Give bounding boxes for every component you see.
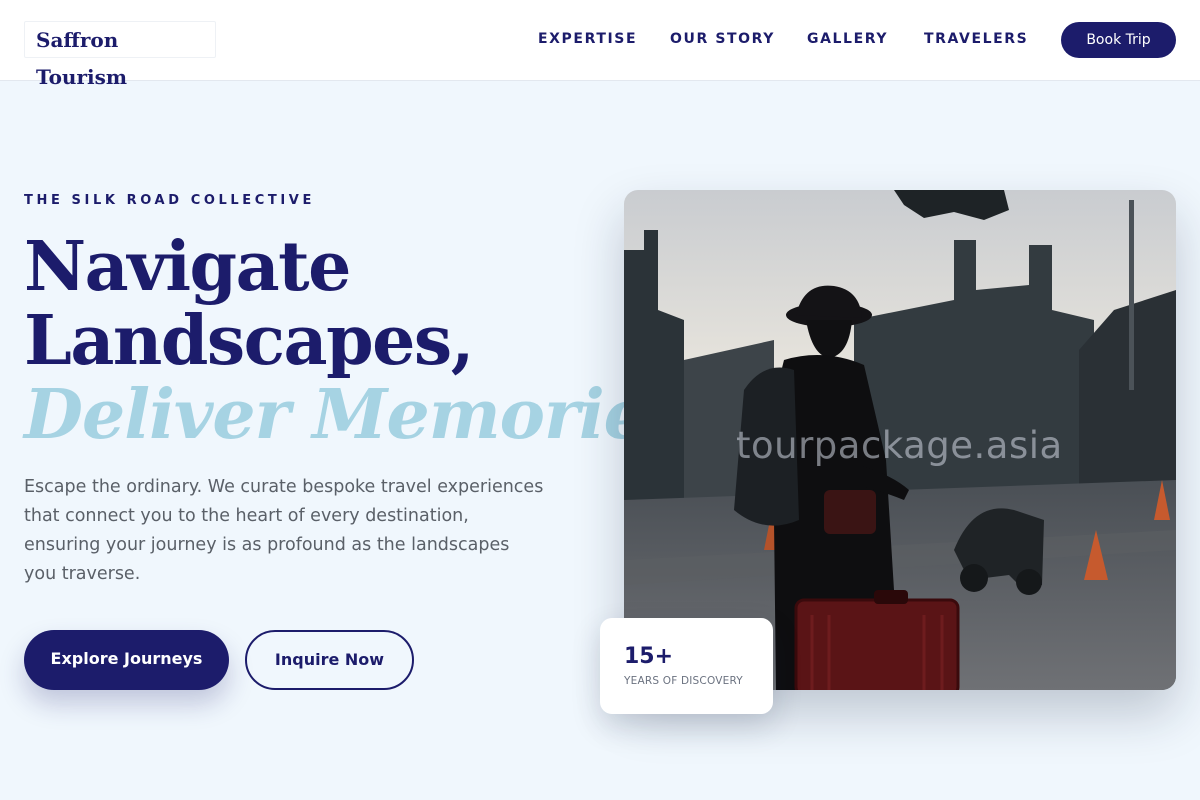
watermark-text: tourpackage.asia (736, 424, 1063, 467)
inquire-now-button[interactable]: Inquire Now (245, 630, 414, 690)
hero-eyebrow: THE SILK ROAD COLLECTIVE (24, 193, 315, 208)
nav-link-expertise[interactable]: EXPERTISE (538, 31, 637, 47)
hero-title-line-2: Landscapes, (24, 301, 474, 381)
hero-title-line-1: Navigate (24, 227, 351, 307)
book-trip-button[interactable]: Book Trip (1061, 22, 1176, 58)
hero-title-line-3: Deliver Memories. (24, 375, 707, 455)
brand-logo[interactable]: Saffron Tourism (24, 21, 216, 89)
site-header: Saffron Tourism EXPERTISE OUR STORY GALL… (0, 0, 1200, 89)
nav-link-our-story[interactable]: OUR STORY (670, 31, 775, 47)
nav-link-travelers[interactable]: TRAVELERS (924, 31, 1028, 47)
experience-stat-card: 15+ YEARS OF DISCOVERY (600, 618, 773, 714)
nav-link-gallery[interactable]: GALLERY (807, 31, 888, 47)
hero-description: Escape the ordinary. We curate bespoke t… (24, 477, 544, 584)
explore-journeys-button[interactable]: Explore Journeys (24, 630, 229, 690)
stat-value: 15+ (624, 644, 674, 669)
stat-label: YEARS OF DISCOVERY (624, 675, 743, 687)
